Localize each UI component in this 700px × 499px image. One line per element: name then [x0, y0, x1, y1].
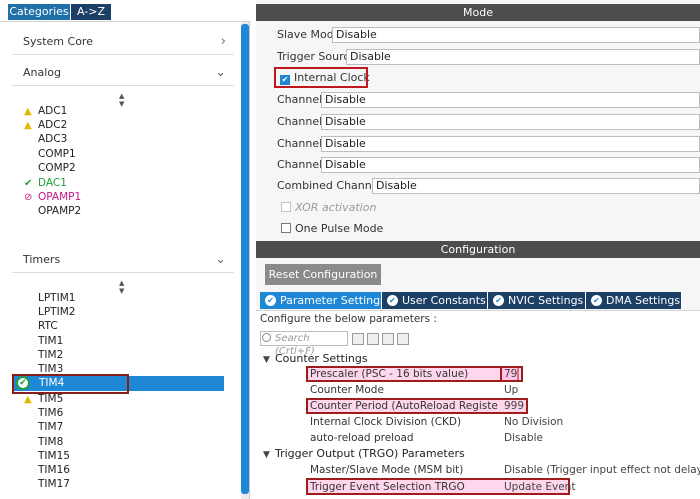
- peripheral-tim15[interactable]: TIM15: [24, 449, 70, 463]
- category-analog[interactable]: Analog ⌄: [12, 60, 234, 86]
- xor-activation-checkbox: XOR activation: [281, 200, 376, 216]
- mode-header: Mode: [256, 4, 700, 21]
- chevron-down-icon: ⌄: [215, 252, 226, 267]
- peripheral-lptim2[interactable]: LPTIM2: [24, 305, 75, 319]
- search-icon: [262, 333, 271, 342]
- combined-channels-label: Combined Channels: [277, 179, 388, 192]
- combined-channels-select[interactable]: Disable: [372, 178, 700, 194]
- check-icon: ✔: [24, 178, 33, 189]
- param-clock-division-label: Internal Clock Division (CKD): [310, 416, 462, 428]
- search-prev-button[interactable]: [352, 333, 364, 345]
- chevron-down-icon: ▼: [263, 355, 270, 365]
- tab-user-constants[interactable]: ✔ User Constants: [382, 292, 488, 309]
- peripheral-tim6[interactable]: TIM6: [24, 406, 63, 420]
- peripheral-tim17[interactable]: TIM17: [24, 477, 70, 491]
- peripheral-tim1[interactable]: TIM1: [24, 334, 63, 348]
- warning-icon: ▲: [24, 394, 32, 405]
- tab-parameter-settings[interactable]: ✔ Parameter Settings: [260, 292, 386, 309]
- sort-icon[interactable]: ▲ ▼: [119, 92, 124, 108]
- param-msm-value[interactable]: Disable (Trigger input effect not delaye…: [504, 463, 700, 477]
- peripheral-tim8[interactable]: TIM8: [24, 435, 63, 449]
- trigger-source-label: Trigger Source: [277, 50, 357, 63]
- param-counter-period-label: Counter Period (AutoReload Register - ..…: [310, 400, 498, 412]
- channel1-select[interactable]: Disable: [321, 92, 700, 108]
- warning-icon: ▲: [24, 120, 32, 131]
- highlight-box: [12, 374, 129, 394]
- reset-configuration-button[interactable]: Reset Configuration: [265, 264, 381, 285]
- checkbox-disabled-icon: [281, 202, 291, 212]
- left-tab-bar: Categories A->Z: [0, 0, 250, 22]
- peripheral-adc1[interactable]: ▲ ADC1: [24, 104, 67, 118]
- search-input[interactable]: Search (Crtl+F): [260, 331, 348, 357]
- channel4-select[interactable]: Disable: [321, 157, 700, 173]
- chevron-right-icon: ›: [220, 34, 226, 49]
- channel2-select[interactable]: Disable: [321, 114, 700, 130]
- param-counter-mode-value[interactable]: Up: [504, 383, 518, 397]
- right-panel: Mode Slave Mode Disable Trigger Source D…: [256, 0, 700, 499]
- category-system-core[interactable]: System Core ›: [12, 29, 234, 55]
- category-timers[interactable]: Timers ⌄: [12, 247, 234, 273]
- highlight-box: [274, 67, 368, 88]
- expand-button[interactable]: [397, 333, 409, 345]
- peripheral-rtc[interactable]: RTC: [24, 319, 58, 333]
- one-pulse-mode-label: One Pulse Mode: [295, 222, 384, 235]
- check-circle-icon: ✔: [591, 295, 602, 306]
- category-label: Analog: [23, 66, 62, 79]
- peripheral-adc2[interactable]: ▲ ADC2: [24, 118, 67, 132]
- scrollbar-thumb[interactable]: [241, 24, 249, 494]
- slave-mode-label: Slave Mode: [277, 28, 341, 41]
- param-auto-reload-label: auto-reload preload: [310, 432, 414, 444]
- peripheral-lptim1[interactable]: LPTIM1: [24, 291, 75, 305]
- peripheral-tim5[interactable]: ▲ TIM5: [24, 392, 63, 406]
- param-counter-period-value[interactable]: 999: [504, 399, 524, 413]
- tab-categories[interactable]: Categories: [8, 4, 70, 20]
- param-msm-label: Master/Slave Mode (MSM bit): [310, 464, 464, 476]
- param-prescaler-label: Prescaler (PSC - 16 bits value): [310, 368, 469, 380]
- peripheral-comp1[interactable]: COMP1: [24, 147, 76, 161]
- param-clock-division-value[interactable]: No Division: [504, 415, 563, 429]
- peripheral-tim7[interactable]: TIM7: [24, 420, 63, 434]
- category-label: System Core: [23, 35, 93, 48]
- param-counter-mode-label: Counter Mode: [310, 384, 384, 396]
- search-next-button[interactable]: [367, 333, 379, 345]
- group-counter-settings[interactable]: ▼ Counter Settings: [263, 352, 368, 367]
- group-trgo-parameters[interactable]: ▼ Trigger Output (TRGO) Parameters: [263, 447, 465, 462]
- checkbox-unchecked-icon: [281, 223, 291, 233]
- tab-dma-settings[interactable]: ✔ DMA Settings: [586, 292, 682, 309]
- filter-button[interactable]: [382, 333, 394, 345]
- sort-icon[interactable]: ▲ ▼: [119, 279, 124, 295]
- channel3-select[interactable]: Disable: [321, 136, 700, 152]
- peripheral-opamp2[interactable]: OPAMP2: [24, 204, 81, 218]
- peripheral-opamp1[interactable]: ⊘ OPAMP1: [24, 190, 81, 204]
- param-trgo-selection-label: Trigger Event Selection TRGO: [310, 481, 465, 493]
- peripheral-tim2[interactable]: TIM2: [24, 348, 63, 362]
- prohibited-icon: ⊘: [24, 192, 33, 203]
- chevron-down-icon: ▼: [263, 450, 270, 460]
- param-auto-reload-value[interactable]: Disable: [504, 431, 543, 445]
- tab-nvic-settings[interactable]: ✔ NVIC Settings: [488, 292, 586, 309]
- peripheral-tim16[interactable]: TIM16: [24, 463, 70, 477]
- check-circle-icon: ✔: [387, 295, 398, 306]
- param-trgo-selection-value[interactable]: Update Event: [504, 480, 575, 494]
- slave-mode-select[interactable]: Disable: [332, 27, 700, 43]
- chevron-down-icon: ⌄: [215, 65, 226, 80]
- warning-icon: ▲: [24, 106, 32, 117]
- peripheral-adc3[interactable]: ADC3: [24, 132, 67, 146]
- configuration-header: Configuration: [256, 241, 700, 258]
- left-panel: Categories A->Z System Core › Analog ⌄ ▲…: [0, 0, 250, 499]
- peripheral-dac1[interactable]: ✔ DAC1: [24, 176, 67, 190]
- param-prescaler-value[interactable]: 79: [504, 367, 517, 381]
- configure-hint: Configure the below parameters :: [260, 313, 437, 325]
- check-circle-icon: ✔: [493, 295, 504, 306]
- category-label: Timers: [23, 253, 61, 266]
- peripheral-comp2[interactable]: COMP2: [24, 161, 76, 175]
- tab-a-to-z[interactable]: A->Z: [71, 4, 111, 20]
- xor-activation-label: XOR activation: [295, 201, 377, 214]
- check-circle-icon: ✔: [265, 295, 276, 306]
- one-pulse-mode-checkbox[interactable]: One Pulse Mode: [281, 221, 383, 237]
- trigger-source-select[interactable]: Disable: [346, 49, 700, 65]
